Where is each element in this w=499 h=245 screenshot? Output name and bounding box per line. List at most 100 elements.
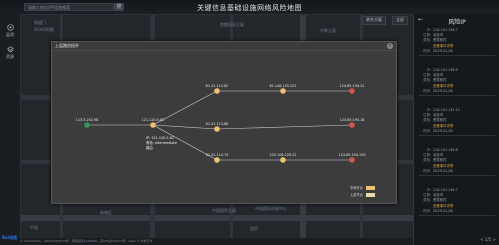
map-label: 中联大厦 — [320, 28, 336, 33]
map-label: 国贸 — [250, 226, 258, 231]
divider — [419, 175, 495, 177]
field-label: 时间: — [423, 88, 431, 93]
node-label: 124.65.194.22 — [340, 84, 365, 88]
legend-label: 上游节点 — [350, 193, 363, 197]
map-label: 中国国际贸易中心 — [255, 206, 287, 211]
divider — [419, 55, 495, 57]
node-label: 61.148.155.222 — [270, 84, 297, 88]
title-bar: 关键信息基础设施网络风险地图 请输入地址/IP/设施搜索 搜 — [0, 0, 499, 15]
legend-item-intermediate: 中间节点 — [350, 185, 375, 190]
divider — [419, 215, 495, 217]
field-label: 时间: — [423, 168, 431, 173]
node-label: 202.106.228.22 — [270, 153, 297, 157]
field-value: 218.107.135.12 — [433, 108, 460, 112]
node-tooltip-line: IP: 121.120.5.82 — [146, 136, 174, 140]
risk-ip-card[interactable]: IP: 218.107.136.9 位置: 北京市 类型: 恶意软件 查看事件详情 时间: 20… — [419, 68, 495, 97]
field-value[interactable]: 查看事件详情 — [433, 44, 453, 48]
nav-item-label: 监测 — [6, 32, 14, 37]
nav-item-monitor[interactable]: 监测 — [0, 24, 20, 38]
legend-item-upstream: 上游节点 — [350, 192, 375, 197]
legend-swatch — [365, 186, 375, 190]
topology-node[interactable] — [349, 157, 355, 163]
field-label: 类型: — [423, 158, 431, 163]
map-label: 微盟门 — [34, 20, 46, 25]
map-label: SOHO尚都 — [34, 27, 54, 32]
map-label: 首都国际大厦 — [220, 22, 244, 27]
layers-icon — [6, 46, 14, 53]
field-value: 218.107.136.9 — [433, 68, 458, 72]
field-value[interactable]: 查看事件详情 — [433, 204, 453, 208]
field-value: 218.107.136.7 — [433, 28, 458, 32]
map-road — [20, 215, 413, 221]
topology-graph: 113.5.252.98 121.120.5.82 61.51.114.82 61.5… — [76, 84, 366, 163]
field-value: 北京市 — [433, 153, 444, 158]
field-label: 类型: — [423, 38, 431, 43]
map-copyright: © 2019 Baidu - GS(2018)5572号 - 甲测资字11009… — [20, 238, 413, 245]
topology-node[interactable] — [280, 88, 286, 94]
field-value: 2019-01-06 — [433, 208, 453, 213]
topology-node[interactable] — [280, 157, 286, 163]
topology-node[interactable] — [349, 122, 355, 128]
brand-logo: Bai地图 — [2, 235, 18, 240]
field-label: 时间: — [423, 128, 431, 133]
field-value: 恶意软件 — [433, 78, 447, 83]
node-tooltip-line: 路由 — [146, 145, 153, 150]
field-label: 时间: — [423, 48, 431, 53]
card-field: 时间: 2019-01-05 — [419, 129, 495, 134]
node-label: 113.5.252.98 — [76, 118, 99, 122]
risk-ip-card[interactable]: IP: 218.107.135.12 位置: 北京市 类型: 恶意软件 查看事件详情 时间: 2… — [419, 108, 495, 137]
divider — [419, 95, 495, 97]
node-label: 124.65.194.18 — [340, 118, 365, 122]
risk-ip-card[interactable]: IP: 218.107.136.7 位置: 北京市 类型: 恶意软件 查看事件详情 时间: 20… — [419, 28, 495, 57]
left-nav: 监测 资源 — [0, 14, 21, 245]
field-value: 2019-01-04 — [433, 88, 453, 93]
card-field: 时间: 2019-01-04 — [419, 89, 495, 94]
filter-select[interactable]: 全部 — [392, 16, 408, 25]
node-label: 124.65.194.156 — [339, 153, 366, 157]
field-value[interactable]: 查看事件详情 — [433, 84, 453, 88]
topology-node[interactable] — [349, 88, 355, 94]
field-value: 北京市 — [433, 113, 444, 118]
card-field: 时间: 2019-01-04 — [419, 49, 495, 54]
route-topology-dialog: 上层路由拓扑 × 113.5.252.98 121.120.5.82 61.51.1… — [51, 41, 397, 204]
topology-node[interactable] — [214, 88, 220, 94]
field-value: 2019-01-06 — [433, 168, 453, 173]
topology-edge — [216, 124, 353, 130]
search-input[interactable]: 请输入地址/IP/设施搜索 — [24, 3, 114, 11]
card-field: 时间: 2019-01-06 — [419, 209, 495, 214]
card-field: 时间: 2019-01-06 — [419, 169, 495, 174]
field-value: 2019-01-05 — [433, 128, 453, 133]
field-value: 2019-01-04 — [433, 48, 453, 53]
risk-ip-card[interactable]: IP: 218.107.136.8 位置: 北京市 类型: 恶意软件 查看事件详情 时间: 20… — [419, 148, 495, 177]
nav-item-resources[interactable]: 资源 — [0, 46, 20, 60]
topology-node[interactable] — [214, 157, 220, 163]
pagination[interactable]: < 1/5 > — [480, 237, 496, 242]
node-label: 61.51.113.86 — [206, 122, 229, 126]
topology-node[interactable] — [84, 122, 90, 128]
field-label: 类型: — [423, 118, 431, 123]
field-value[interactable]: 查看事件详情 — [433, 164, 453, 168]
legend-label: 中间节点 — [350, 186, 363, 190]
topology-node[interactable] — [214, 126, 220, 132]
location-select[interactable]: 联合大厦 — [362, 16, 386, 25]
risk-ip-card[interactable]: IP: 218.107.136.7 位置: 北京市 类型: 恶意软件 查看事件详情 时间: 20… — [419, 188, 495, 217]
node-label: 61.51.114.74 — [206, 153, 229, 157]
field-label: 类型: — [423, 198, 431, 203]
field-value[interactable]: 查看事件详情 — [433, 124, 453, 128]
panel-title: 风险IP — [448, 19, 466, 26]
field-value: 218.107.136.8 — [433, 148, 458, 152]
field-value: 恶意软件 — [433, 38, 447, 43]
field-value: 恶意软件 — [433, 118, 447, 123]
field-label: 类型: — [423, 78, 431, 83]
node-label: 121.120.5.82 — [142, 118, 165, 122]
topology-node[interactable] — [150, 122, 156, 128]
nav-item-label: 资源 — [6, 54, 14, 59]
field-value: 恶意软件 — [433, 158, 447, 163]
field-label: 时间: — [423, 208, 431, 213]
search-button[interactable]: 搜 — [114, 3, 124, 11]
divider — [419, 135, 495, 137]
map-label: 新城区 — [100, 210, 112, 215]
legend-swatch — [365, 193, 375, 197]
field-value: 北京市 — [433, 193, 444, 198]
field-value: 北京市 — [433, 33, 444, 38]
